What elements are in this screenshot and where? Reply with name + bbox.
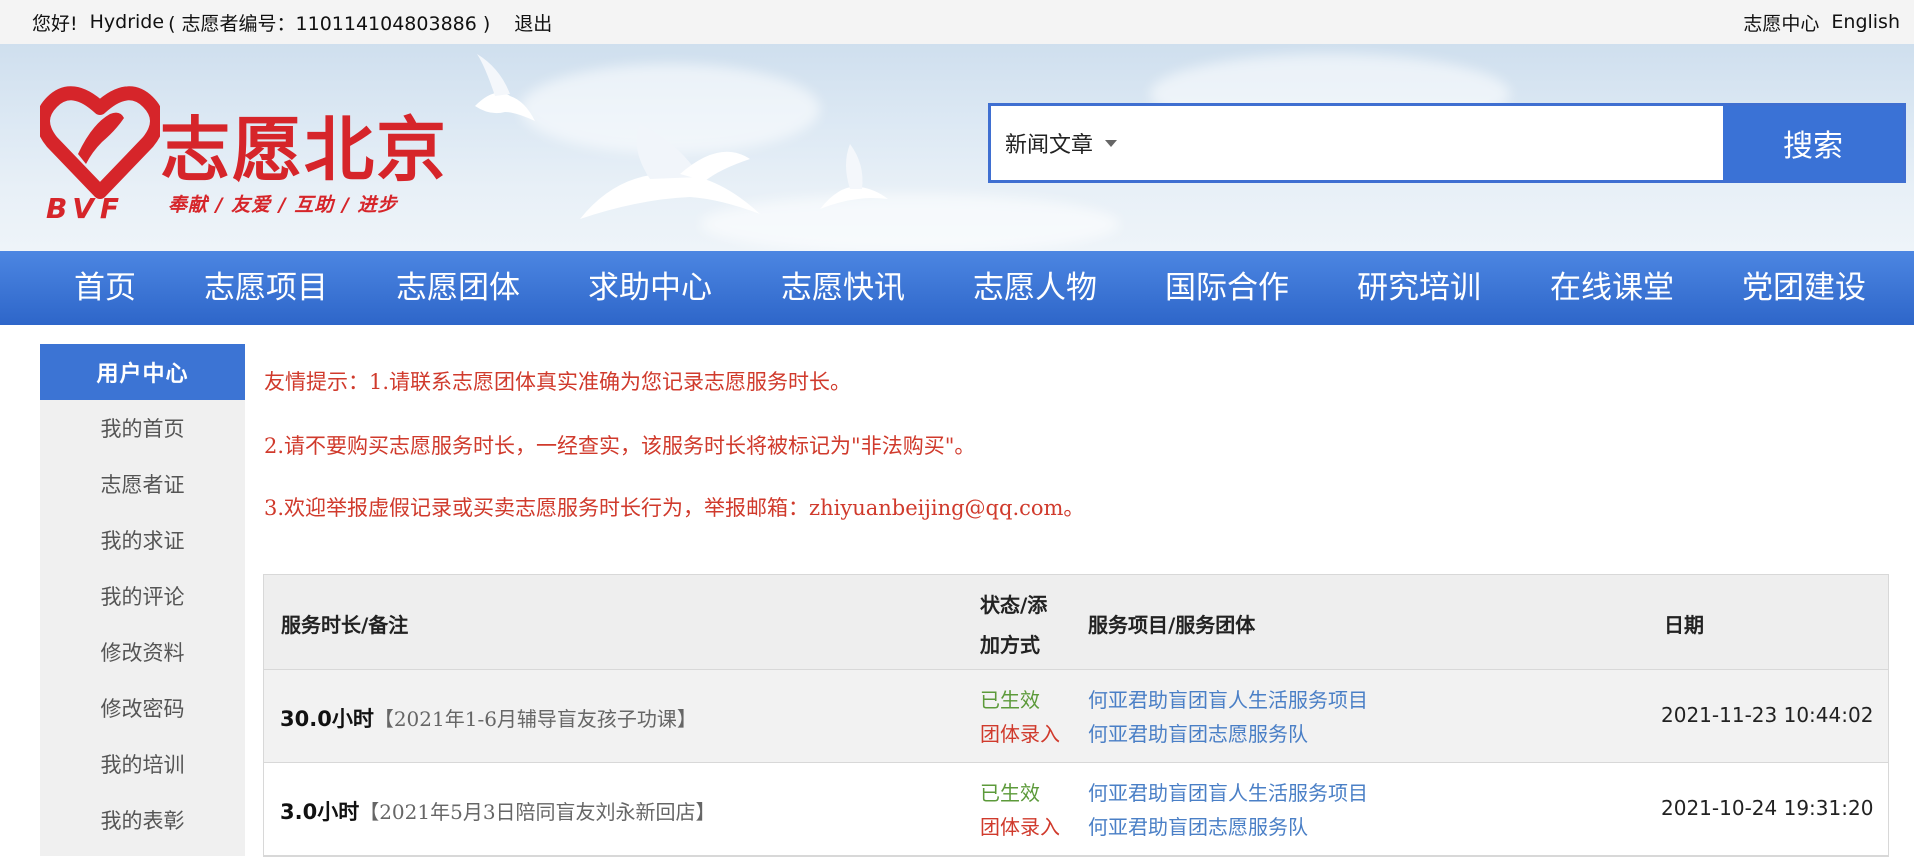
table-header-row: 服务时长/备注 状态/添 加方式 服务项目/服务团体 日期 (264, 575, 1888, 670)
search-category-select[interactable]: 新闻文章 (991, 106, 1135, 180)
hours-cell: 3.0小时【2021年5月3日陪同盲友刘永新回店】 (280, 796, 716, 826)
sidebar-item-training[interactable]: 我的培训 (40, 736, 245, 792)
logo-abbr: BVF (46, 192, 126, 225)
nav-item-help-center[interactable]: 求助中心 (588, 251, 712, 325)
search-bar: 新闻文章 搜索 (988, 103, 1906, 183)
sidebar-item-comments[interactable]: 我的评论 (40, 568, 245, 624)
hours-cell: 30.0小时【2021年1-6月辅导盲友孩子功课】 (280, 703, 697, 733)
header-banner: 志愿北京 BVF 奉献 / 友爱 / 互助 / 进步 新闻文章 搜索 (0, 44, 1914, 251)
search-category-label: 新闻文章 (1005, 133, 1094, 158)
dove-icon (820, 144, 888, 209)
english-link[interactable]: English (1831, 11, 1900, 33)
status-text: 已生效 (980, 688, 1040, 712)
main-nav: 首页 志愿项目 志愿团体 求助中心 志愿快讯 志愿人物 国际合作 研究培训 在线… (0, 251, 1914, 325)
nav-item-people[interactable]: 志愿人物 (973, 251, 1097, 325)
sidebar-item-honors[interactable]: 我的表彰 (40, 792, 245, 848)
project-link[interactable]: 何亚君助盲团盲人生活服务项目 (1088, 777, 1368, 806)
header-project-group: 服务项目/服务团体 (1088, 613, 1256, 637)
sidebar-item-change-password[interactable]: 修改密码 (40, 680, 245, 736)
date-text: 2021-10-24 19:31:20 (1661, 796, 1874, 820)
chevron-down-icon (1105, 139, 1118, 147)
group-link[interactable]: 何亚君助盲团志愿服务队 (1088, 811, 1308, 840)
table-row: 3.0小时【2021年5月3日陪同盲友刘永新回店】 已生效 团体录入 何亚君助盲… (264, 763, 1888, 856)
nav-item-home[interactable]: 首页 (74, 251, 136, 325)
nav-item-news[interactable]: 志愿快讯 (781, 251, 905, 325)
search-input[interactable] (1135, 106, 1723, 180)
project-link[interactable]: 何亚君助盲团盲人生活服务项目 (1088, 684, 1368, 713)
header-date: 日期 (1664, 613, 1704, 637)
header-status-line1: 状态/添 (980, 593, 1048, 617)
logo-title: 志愿北京 (160, 109, 448, 191)
group-link[interactable]: 何亚君助盲团志愿服务队 (1088, 718, 1308, 747)
user-greeting: 您好! Hydride ( 志愿者编号：110114104803886 ) 退出 (32, 0, 552, 44)
volunteer-center-link[interactable]: 志愿中心 (1743, 9, 1819, 36)
header-status-line2: 加方式 (980, 633, 1040, 657)
nav-item-international[interactable]: 国际合作 (1165, 251, 1289, 325)
user-sidebar: 用户中心 我的首页 志愿者证 我的求证 我的评论 修改资料 修改密码 我的培训 … (40, 344, 245, 856)
sidebar-title[interactable]: 用户中心 (40, 344, 245, 400)
nav-item-research[interactable]: 研究培训 (1357, 251, 1481, 325)
service-hours: 30.0小时 (280, 707, 374, 731)
notice-line-2: 2.请不要购买志愿服务时长，一经查实，该服务时长将被标记为"非法购买"。 (264, 434, 976, 458)
search-button[interactable]: 搜索 (1723, 106, 1903, 180)
greeting-text: 您好! (32, 12, 78, 35)
table-row: 30.0小时【2021年1-6月辅导盲友孩子功课】 已生效 团体录入 何亚君助盲… (264, 670, 1888, 763)
top-bar: 您好! Hydride ( 志愿者编号：110114104803886 ) 退出… (0, 0, 1914, 44)
dove-icon (580, 124, 760, 219)
header-hours-remark: 服务时长/备注 (281, 613, 409, 637)
sidebar-item-certificate[interactable]: 志愿者证 (40, 456, 245, 512)
dove-icon (475, 54, 535, 121)
service-hours: 3.0小时 (280, 800, 360, 824)
sidebar-item-verification[interactable]: 我的求证 (40, 512, 245, 568)
nav-item-party[interactable]: 党团建设 (1742, 251, 1866, 325)
nav-item-groups[interactable]: 志愿团体 (396, 251, 520, 325)
date-text: 2021-11-23 10:44:02 (1661, 703, 1874, 727)
add-method-text: 团体录入 (980, 722, 1060, 746)
logo-slogan: 奉献 / 友爱 / 互助 / 进步 (168, 194, 398, 216)
notice-line-1: 友情提示：1.请联系志愿团体真实准确为您记录志愿服务时长。 (264, 370, 852, 394)
username: Hydride (89, 11, 165, 33)
bvf-heart-logo-icon (40, 86, 160, 199)
status-text: 已生效 (980, 781, 1040, 805)
notice-line-3: 3.欢迎举报虚假记录或买卖志愿服务时长行为，举报邮箱：zhiyuanbeijin… (264, 496, 1085, 520)
add-method-text: 团体录入 (980, 815, 1060, 839)
logout-link[interactable]: 退出 (514, 9, 552, 36)
nav-item-online-class[interactable]: 在线课堂 (1550, 251, 1674, 325)
volunteer-id: ( 志愿者编号：110114104803886 ) (168, 12, 491, 35)
service-hours-table: 服务时长/备注 状态/添 加方式 服务项目/服务团体 日期 30.0小时【202… (263, 574, 1889, 857)
service-remark: 【2021年1-6月辅导盲友孩子功课】 (373, 707, 697, 731)
service-remark: 【2021年5月3日陪同盲友刘永新回店】 (359, 800, 716, 824)
nav-item-projects[interactable]: 志愿项目 (204, 251, 328, 325)
sidebar-item-my-home[interactable]: 我的首页 (40, 400, 245, 456)
sidebar-item-edit-profile[interactable]: 修改资料 (40, 624, 245, 680)
